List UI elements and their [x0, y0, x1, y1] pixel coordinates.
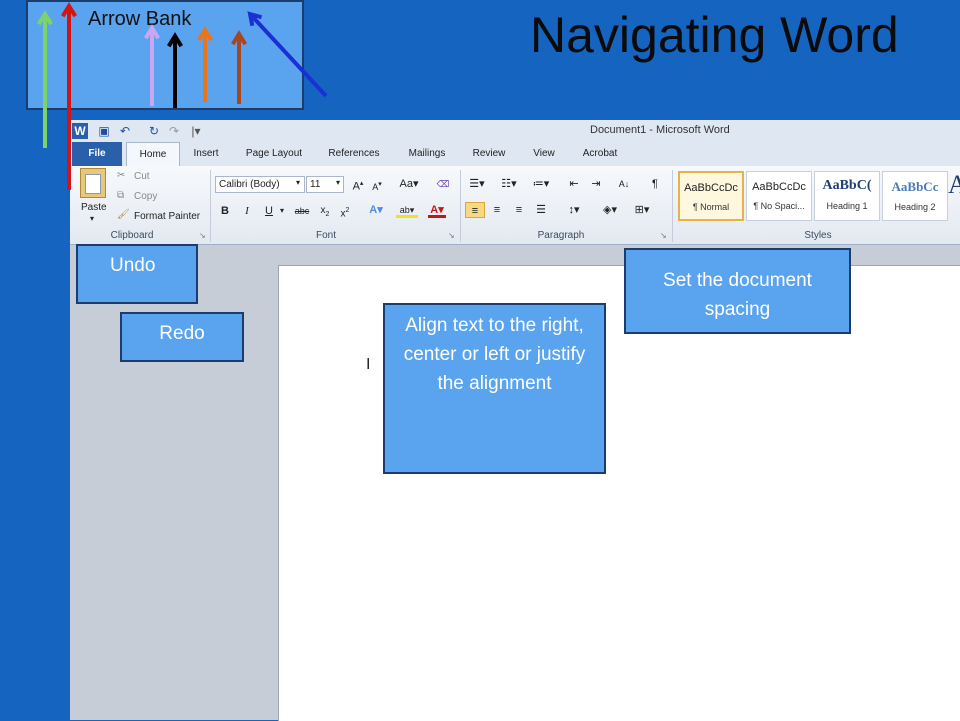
decrease-indent-icon[interactable]: ⇤ [566, 176, 582, 192]
red-arrow [61, 2, 77, 190]
underline-icon[interactable]: U [262, 203, 276, 219]
shading-icon[interactable]: ◈▾ [598, 202, 622, 218]
paragraph-launcher-icon[interactable]: ↘ [660, 232, 668, 240]
subscript-icon[interactable]: x2 [318, 203, 332, 219]
superscript-icon[interactable]: x2 [338, 203, 352, 219]
blue-arrow [247, 11, 328, 98]
redo-callout: Redo [120, 312, 244, 362]
tab-review[interactable]: Review [462, 142, 516, 166]
italic-icon[interactable]: I [240, 203, 254, 219]
tab-mailings[interactable]: Mailings [396, 142, 458, 166]
document-page[interactable] [278, 265, 960, 721]
clipboard-group-label: Clipboard [110, 230, 154, 241]
arrow-bank-arrows [37, 2, 328, 190]
undo-callout: Undo [76, 244, 198, 304]
green-arrow [37, 10, 53, 148]
text-effects-icon[interactable]: A▾ [366, 202, 386, 218]
format-painter-button[interactable]: Format Painter [134, 211, 200, 222]
bullets-icon[interactable]: ☰▾ [466, 176, 488, 192]
clipboard-launcher-icon[interactable]: ↘ [199, 232, 207, 240]
align-left-icon[interactable]: ≡ [465, 202, 485, 218]
style-sample: AaBbCc [891, 179, 939, 194]
align-callout: Align text to the right, center or left … [383, 303, 606, 474]
style-name: Heading 1 [826, 201, 868, 211]
tab-view[interactable]: View [522, 142, 566, 166]
black-arrow [167, 32, 183, 108]
slide-title: Navigating Word [530, 7, 899, 63]
multilevel-list-icon[interactable]: ≔▾ [530, 176, 552, 192]
clear-formatting-icon[interactable]: ⌫ [436, 176, 450, 192]
paste-dropdown-icon[interactable]: ▾ [90, 214, 94, 223]
style-name: Heading 2 [894, 202, 936, 212]
brown-arrow [231, 30, 247, 104]
window-title: Document1 - Microsoft Word [590, 124, 730, 136]
styles-group-label: Styles [804, 230, 832, 241]
group-divider [672, 170, 673, 242]
underline-dropdown-icon[interactable]: ▾ [278, 203, 286, 219]
lavender-arrow [144, 24, 160, 106]
highlight-icon[interactable]: ab▾ [396, 202, 418, 218]
style-heading-2[interactable]: AaBbCc Heading 2 [882, 171, 948, 221]
style-title-preview[interactable]: A [948, 170, 960, 200]
format-painter-icon[interactable]: 🖌 [117, 209, 130, 220]
numbering-icon[interactable]: ☷▾ [498, 176, 520, 192]
orange-arrow [197, 26, 213, 102]
text-cursor: I [366, 356, 371, 373]
spacing-callout: Set the document spacing [624, 248, 851, 334]
style-sample: AaBbCcDc [684, 182, 738, 194]
justify-icon[interactable]: ☰ [532, 202, 550, 218]
show-hide-icon[interactable]: ¶ [648, 176, 662, 192]
style-normal[interactable]: AaBbCcDc ¶ Normal [678, 171, 744, 221]
tab-acrobat[interactable]: Acrobat [572, 142, 628, 166]
font-color-icon[interactable]: A▾ [428, 202, 446, 218]
shrink-font-icon[interactable]: A▾ [370, 177, 384, 193]
grow-font-icon[interactable]: A▴ [350, 176, 366, 193]
style-name: ¶ Normal [692, 202, 730, 212]
group-divider [460, 170, 461, 242]
font-launcher-icon[interactable]: ↘ [448, 232, 456, 240]
style-no-spacing[interactable]: AaBbCcDc ¶ No Spaci... [746, 171, 812, 221]
paragraph-group-label: Paragraph [537, 230, 585, 241]
style-name: ¶ No Spaci... [753, 201, 805, 211]
align-center-icon[interactable]: ≡ [488, 202, 506, 218]
style-sample: AaBbCcDc [752, 181, 806, 193]
paste-button[interactable]: Paste [81, 202, 107, 213]
font-group-label: Font [315, 230, 336, 241]
strikethrough-icon[interactable]: abc [292, 203, 312, 219]
line-spacing-icon[interactable]: ↕▾ [562, 202, 586, 218]
change-case-icon[interactable]: Aa▾ [398, 176, 420, 192]
style-heading-1[interactable]: AaBbC( Heading 1 [814, 171, 880, 221]
increase-indent-icon[interactable]: ⇥ [588, 176, 604, 192]
sort-icon[interactable]: A↓ [616, 176, 632, 192]
borders-icon[interactable]: ⊞▾ [630, 202, 654, 218]
style-sample: AaBbC( [822, 178, 872, 193]
align-right-icon[interactable]: ≡ [510, 202, 528, 218]
bold-icon[interactable]: B [218, 203, 232, 219]
